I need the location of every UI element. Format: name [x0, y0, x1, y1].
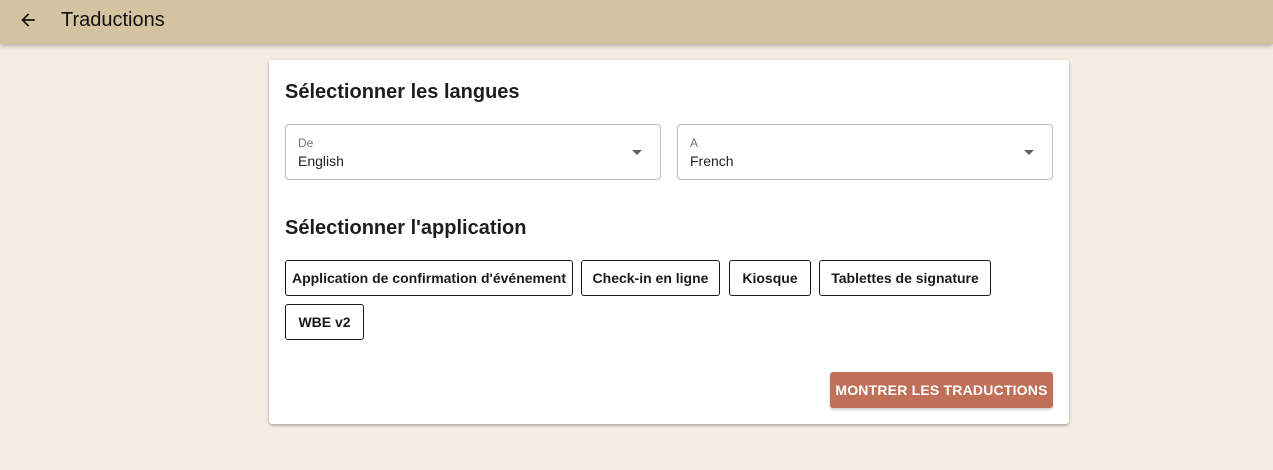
- languages-section-title: Sélectionner les langues: [285, 81, 520, 103]
- to-language-value: French: [690, 153, 734, 169]
- app-chip-signature-tablets[interactable]: Tablettes de signature: [819, 260, 991, 296]
- arrow-left-icon: [21, 13, 35, 27]
- top-app-bar: Traductions: [0, 0, 1273, 44]
- from-language-value: English: [298, 153, 344, 169]
- app-chip-event-confirmation[interactable]: Application de confirmation d'événement: [285, 260, 573, 296]
- from-language-select[interactable]: De English: [285, 124, 661, 180]
- from-language-label: De: [298, 136, 314, 150]
- to-language-select[interactable]: A French: [677, 124, 1053, 180]
- app-chip-online-checkin[interactable]: Check-in en ligne: [581, 260, 720, 296]
- to-language-label: A: [690, 136, 699, 150]
- app-chip-wbe-v2[interactable]: WBE v2: [285, 304, 364, 340]
- app-chip-kiosk[interactable]: Kiosque: [729, 260, 811, 296]
- dropdown-arrow-icon: [632, 150, 642, 155]
- back-button[interactable]: [14, 6, 42, 34]
- application-section-title: Sélectionner l'application: [285, 217, 527, 239]
- show-translations-button[interactable]: MONTRER LES TRADUCTIONS: [830, 372, 1053, 408]
- dropdown-arrow-icon: [1024, 150, 1034, 155]
- page-title: Traductions: [61, 9, 165, 31]
- translation-card: Sélectionner les langues De English A Fr…: [269, 60, 1069, 424]
